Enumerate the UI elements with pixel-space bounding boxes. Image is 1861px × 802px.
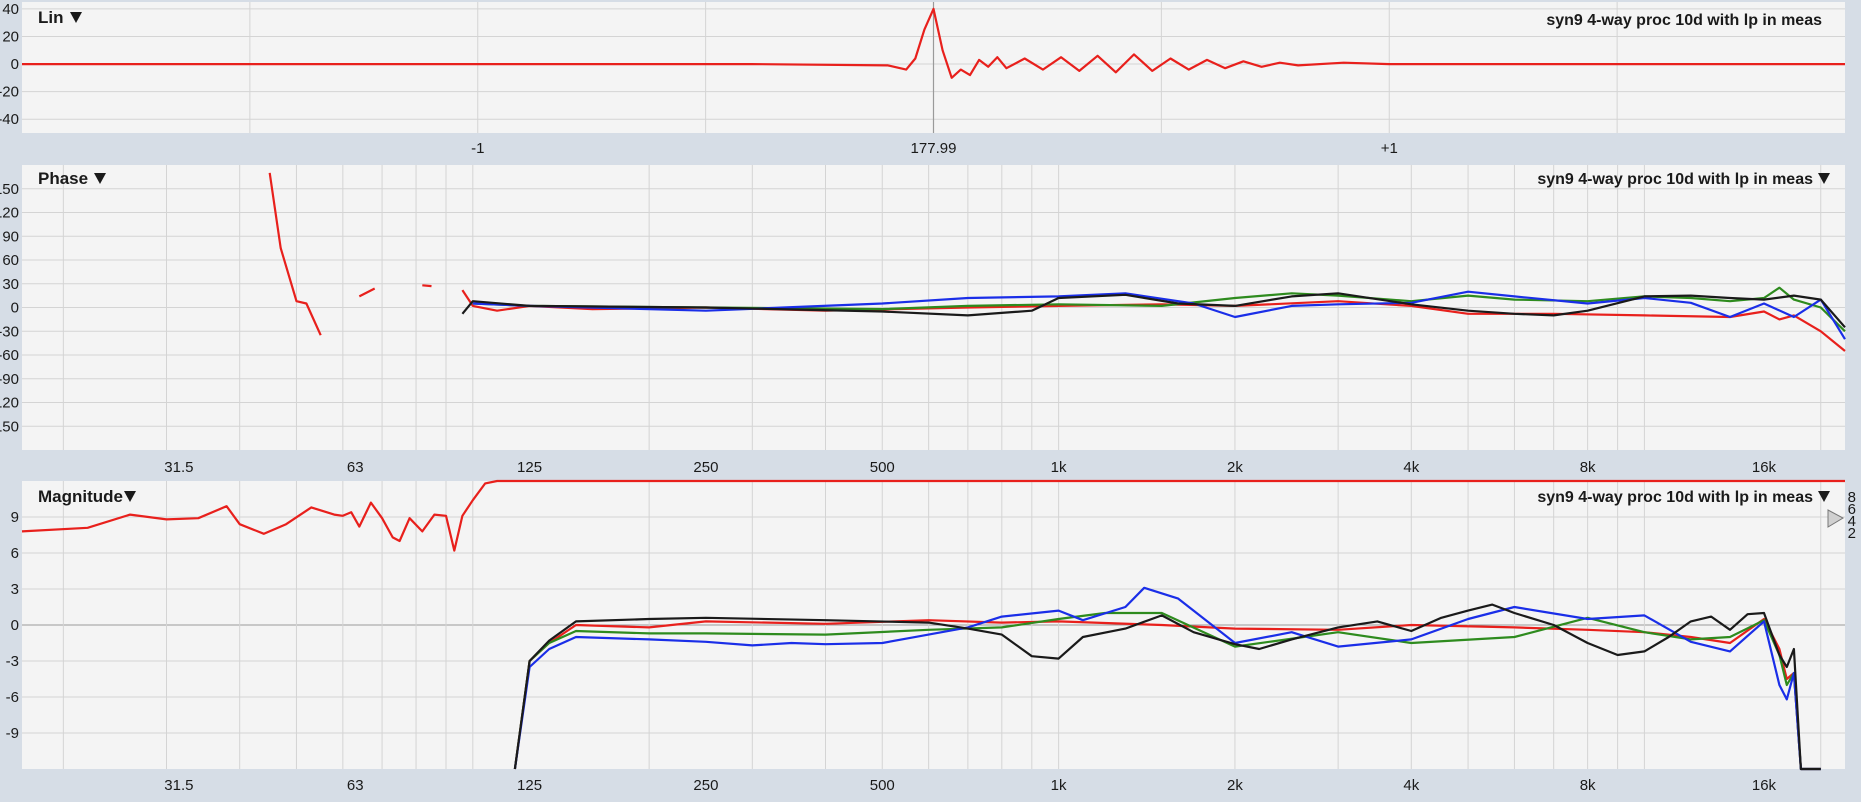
- lin-y-tick-label: -40: [0, 111, 19, 128]
- phase-y-tick-label: -60: [0, 347, 19, 364]
- phase-x-tick-label: 31.5: [164, 459, 193, 476]
- mag-y-tick-label: -9: [6, 725, 19, 742]
- phase-y-tick-label: 120: [0, 205, 19, 222]
- magnitude-panel-title[interactable]: Magnitude: [38, 487, 123, 506]
- phase-y-tick-label: 60: [2, 252, 19, 269]
- mag-x-tick-label: 8k: [1580, 777, 1596, 794]
- mag-x-tick-label: 1k: [1051, 777, 1067, 794]
- mag-y-tick-label: 6: [11, 545, 19, 562]
- phase-panel-title[interactable]: Phase: [38, 169, 88, 188]
- mag-y-tick-label: -6: [6, 689, 19, 706]
- phase-x-tick-label: 63: [347, 459, 364, 476]
- phase-x-tick-label: 8k: [1580, 459, 1596, 476]
- phase-y-tick-label: 0: [11, 300, 19, 317]
- phase-y-tick-label: 150: [0, 418, 19, 435]
- phase-x-tick-label: 250: [693, 459, 718, 476]
- phase-y-tick-label: 150: [0, 181, 19, 198]
- phase-x-tick-label: 2k: [1227, 459, 1243, 476]
- phase-series-red: [422, 284, 432, 288]
- phase-y-tick-label: -30: [0, 323, 19, 340]
- mag-x-tick-label: 2k: [1227, 777, 1243, 794]
- mag-y-tick-label: 9: [11, 509, 19, 526]
- mag-y-tick-label: 3: [11, 581, 19, 598]
- phase-x-tick-label: 16k: [1752, 459, 1777, 476]
- mag-x-tick-label: 500: [870, 777, 895, 794]
- mag-x-tick-label: 250: [693, 777, 718, 794]
- room-eq-analyzer-window: 40200-20-40 -1177.99+1 Lin syn9 4-way pr…: [0, 0, 1861, 802]
- phase-x-tick-label: 4k: [1403, 459, 1419, 476]
- mag-x-tick-label: 125: [517, 777, 542, 794]
- mag-x-tick-label: 63: [347, 777, 364, 794]
- lin-y-tick-label: -20: [0, 84, 19, 101]
- phase-trace-title[interactable]: syn9 4-way proc 10d with lp in meas: [1537, 171, 1813, 188]
- lin-y-tick-label: 40: [2, 1, 19, 18]
- magnitude-panel[interactable]: 9630-3-6-9 31.5 63 125 250 500 1k 2k 4k 8k 16k Ma…: [0, 479, 1861, 802]
- lin-x-tick-label: -1: [471, 140, 484, 157]
- lin-y-tick-label: 0: [11, 56, 19, 73]
- magnitude-title-group[interactable]: Magnitude: [38, 487, 136, 506]
- lin-trace-title[interactable]: syn9 4-way proc 10d with lp in meas: [1546, 12, 1822, 29]
- mag-y-tick-label: 0: [11, 617, 19, 634]
- magnitude-side-scale: 8642: [1848, 489, 1856, 542]
- magnitude-trace-title[interactable]: syn9 4-way proc 10d with lp in meas: [1537, 489, 1813, 506]
- lin-y-tick-label: 20: [2, 28, 19, 45]
- lin-impulse-panel[interactable]: 40 20 0 -20 -40 -1 177.99 +1 Lin syn9 4-way pr…: [0, 0, 1861, 162]
- phase-panel[interactable]: 150 120 90 60 30 0 -30 -60 -90 -120 150 31.5 63 125 2…: [0, 162, 1861, 480]
- mag-x-tick-label: 16k: [1752, 777, 1777, 794]
- mag-x-tick-label: 31.5: [164, 777, 193, 794]
- lin-x-tick-label: 177.99: [911, 140, 957, 157]
- phase-y-tick-label: -120: [0, 395, 19, 412]
- phase-x-tick-label: 1k: [1051, 459, 1067, 476]
- lin-panel-title[interactable]: Lin: [38, 8, 64, 27]
- phase-y-tick-label: -90: [0, 371, 19, 388]
- lin-x-tick-label: +1: [1381, 140, 1398, 157]
- magnitude-side-tick-label: 2: [1848, 525, 1856, 542]
- phase-y-tick-label: 90: [2, 228, 19, 245]
- phase-y-tick-label: 30: [2, 276, 19, 293]
- phase-x-tick-label: 125: [517, 459, 542, 476]
- phase-x-tick-label: 500: [870, 459, 895, 476]
- mag-x-tick-label: 4k: [1403, 777, 1419, 794]
- mag-y-tick-label: -3: [6, 653, 19, 670]
